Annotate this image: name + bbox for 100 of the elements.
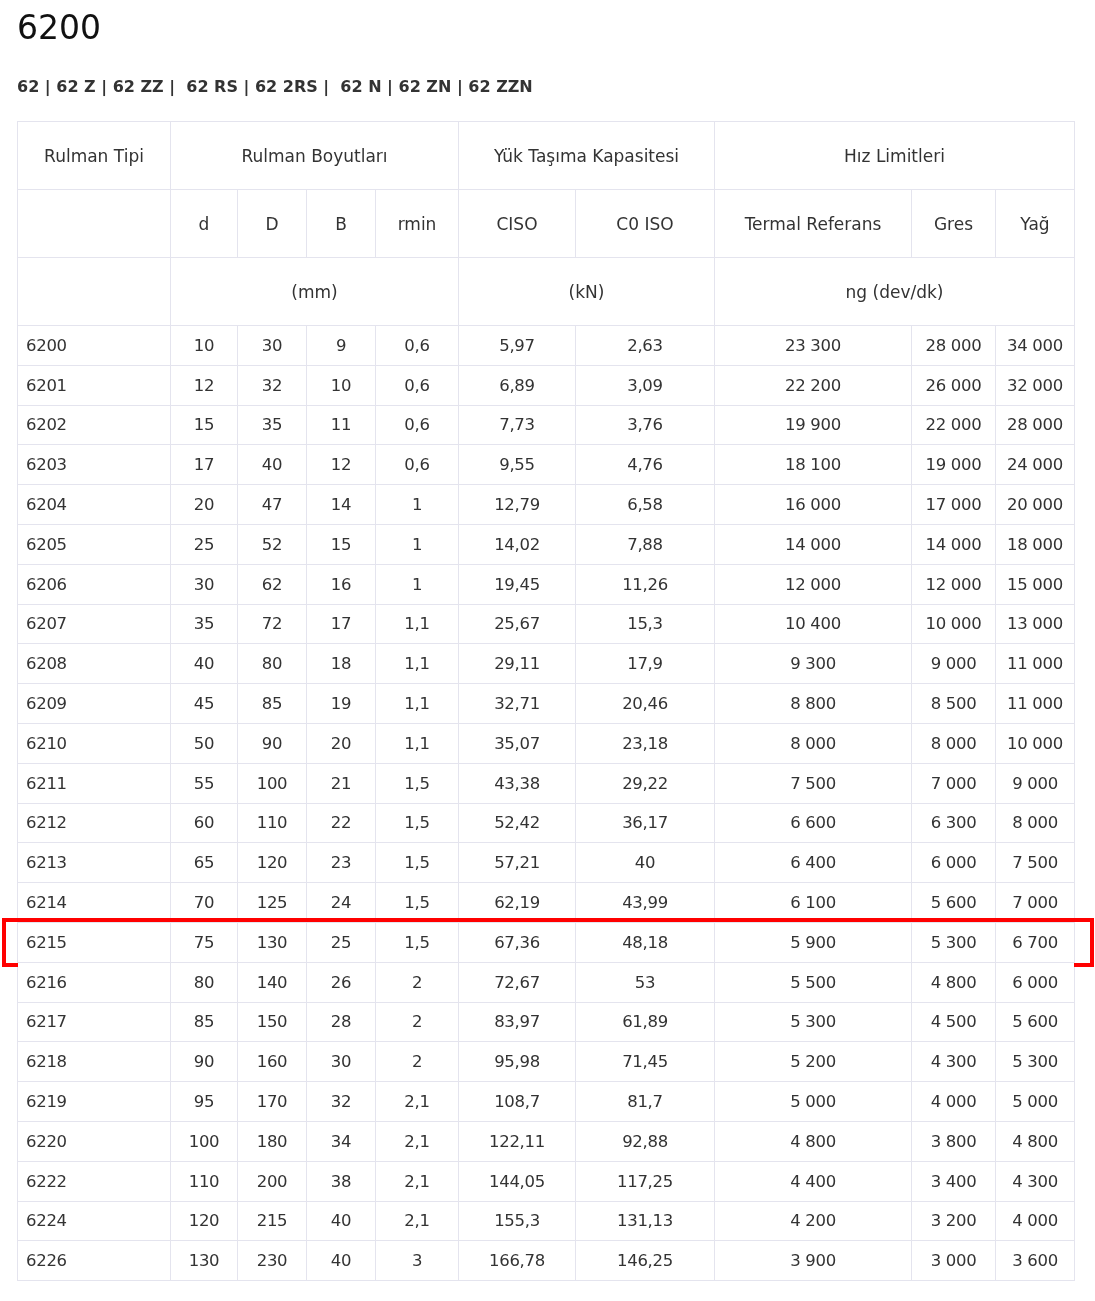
table-cell: 52 xyxy=(238,525,306,564)
table-cell: 23 xyxy=(307,843,375,883)
column-header: d xyxy=(171,190,237,257)
table-cell: 0,6 xyxy=(376,326,458,365)
table-cell: 6207 xyxy=(18,604,170,644)
table-cell: 6208 xyxy=(18,644,170,684)
table-cell: 1,5 xyxy=(376,803,458,843)
table-cell: 8 500 xyxy=(912,684,995,723)
table-cell: 24 000 xyxy=(996,445,1074,485)
table-cell: 7,88 xyxy=(576,525,714,564)
table-cell: 4 800 xyxy=(996,1121,1074,1161)
table-cell: 1,1 xyxy=(376,684,458,723)
table-cell: 22 xyxy=(307,803,375,843)
table-cell: 19 000 xyxy=(912,445,995,485)
table-cell: 146,25 xyxy=(576,1241,714,1281)
table-cell: 81,7 xyxy=(576,1082,714,1121)
column-group-header: Rulman Boyutları xyxy=(171,122,458,189)
table-cell: 26 000 xyxy=(912,365,995,405)
table-cell: 215 xyxy=(238,1201,306,1241)
table-cell: 7,73 xyxy=(459,405,575,445)
table-cell: 6213 xyxy=(18,843,170,883)
table-cell: 28 000 xyxy=(996,405,1074,445)
table-cell: 6 300 xyxy=(912,803,995,843)
table-cell: 21 xyxy=(307,763,375,803)
table-cell: 50 xyxy=(171,723,237,763)
table-cell: 150 xyxy=(238,1002,306,1042)
table-cell: 6211 xyxy=(18,763,170,803)
table-cell: 180 xyxy=(238,1121,306,1161)
table-cell: 10 xyxy=(171,326,237,365)
table-cell: 5 000 xyxy=(996,1082,1074,1121)
table-cell: 85 xyxy=(171,1002,237,1042)
table-cell: 7 500 xyxy=(996,843,1074,883)
column-group-header: Hız Limitleri xyxy=(715,122,1074,189)
table-cell: 14,02 xyxy=(459,525,575,564)
table-cell: 40 xyxy=(307,1201,375,1241)
table-cell: 80 xyxy=(171,962,237,1002)
table-cell: 5 000 xyxy=(715,1082,911,1121)
table-cell: 5 600 xyxy=(996,1002,1074,1042)
table-cell: 34 000 xyxy=(996,326,1074,365)
table-cell: 61,89 xyxy=(576,1002,714,1042)
table-cell: 3 000 xyxy=(912,1241,995,1281)
table-cell: 6215 xyxy=(18,922,170,962)
table-cell: 23,18 xyxy=(576,723,714,763)
table-cell: 2,1 xyxy=(376,1121,458,1161)
table-cell: 120 xyxy=(171,1201,237,1241)
table-cell: 3 900 xyxy=(715,1241,911,1281)
table-cell: 30 xyxy=(238,326,306,365)
unit-header: ng (dev/dk) xyxy=(715,258,1074,325)
table-cell: 18 100 xyxy=(715,445,911,485)
table-cell: 110 xyxy=(238,803,306,843)
table-cell: 14 000 xyxy=(715,525,911,564)
table-cell: 85 xyxy=(238,684,306,723)
column-header: C0 ISO xyxy=(576,190,714,257)
table-cell: 4 800 xyxy=(912,962,995,1002)
table-cell: 155,3 xyxy=(459,1201,575,1241)
table-cell: 10 000 xyxy=(912,604,995,644)
table-cell: 28 000 xyxy=(912,326,995,365)
table-cell: 6202 xyxy=(18,405,170,445)
table-cell: 17 000 xyxy=(912,485,995,524)
table-cell: 29,11 xyxy=(459,644,575,684)
table-cell: 25 xyxy=(307,922,375,962)
table-cell: 11 000 xyxy=(996,684,1074,723)
table-cell: 6210 xyxy=(18,723,170,763)
table-cell: 32,71 xyxy=(459,684,575,723)
table-cell: 3 200 xyxy=(912,1201,995,1241)
table-cell: 12 xyxy=(171,365,237,405)
table-cell: 5 900 xyxy=(715,922,911,962)
table-cell: 34 xyxy=(307,1121,375,1161)
table-cell: 1,1 xyxy=(376,723,458,763)
table-cell: 18 xyxy=(307,644,375,684)
table-cell: 108,7 xyxy=(459,1082,575,1121)
table-cell: 9 300 xyxy=(715,644,911,684)
table-cell: 6 000 xyxy=(996,962,1074,1002)
table-cell: 40 xyxy=(171,644,237,684)
table-cell: 1,1 xyxy=(376,644,458,684)
table-cell: 4,76 xyxy=(576,445,714,485)
table-cell: 20,46 xyxy=(576,684,714,723)
table-cell: 6205 xyxy=(18,525,170,564)
table-cell: 11 xyxy=(307,405,375,445)
table-cell: 25,67 xyxy=(459,604,575,644)
table-cell: 12,79 xyxy=(459,485,575,524)
table-cell: 48,18 xyxy=(576,922,714,962)
table-cell: 15,3 xyxy=(576,604,714,644)
table-cell: 0,6 xyxy=(376,445,458,485)
table-cell: 6224 xyxy=(18,1201,170,1241)
table-cell: 15 000 xyxy=(996,564,1074,604)
table-cell: 4 200 xyxy=(715,1201,911,1241)
table-cell: 20 xyxy=(171,485,237,524)
table-cell: 16 000 xyxy=(715,485,911,524)
table-cell: 28 xyxy=(307,1002,375,1042)
table-cell: 40 xyxy=(576,843,714,883)
table-cell: 40 xyxy=(307,1241,375,1281)
table-cell: 14 000 xyxy=(912,525,995,564)
table-cell: 32 000 xyxy=(996,365,1074,405)
table-cell: 4 400 xyxy=(715,1161,911,1201)
table-cell: 3 400 xyxy=(912,1161,995,1201)
table-cell: 2,63 xyxy=(576,326,714,365)
table-cell: 6201 xyxy=(18,365,170,405)
table-cell: 71,45 xyxy=(576,1042,714,1082)
table-cell: 120 xyxy=(238,843,306,883)
